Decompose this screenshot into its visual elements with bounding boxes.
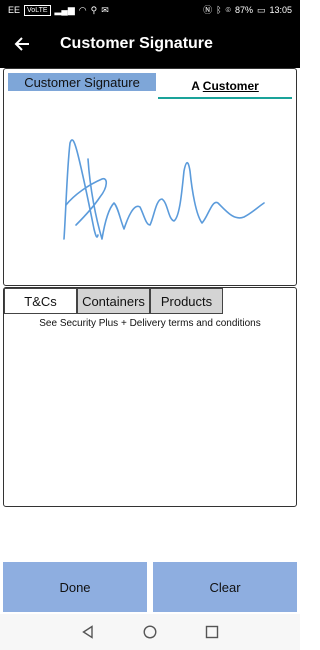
battery-percent: 87% [234, 5, 253, 15]
page-title: Customer Signature [60, 35, 213, 52]
location-icon: ⌾ [225, 4, 231, 15]
customer-name: A Customer [158, 79, 292, 93]
tab-products[interactable]: Products [150, 288, 223, 314]
mail-icon: ✉ [101, 4, 109, 15]
battery-icon: ▭ [256, 4, 266, 15]
status-bar: EE VoLTE ▂▄▆ ◠ ⚲ ✉ Ⓝ ᛒ ⌾ 87% ▭ 13:05 [0, 0, 300, 20]
done-button[interactable]: Done [3, 562, 147, 612]
nav-home-button[interactable] [142, 624, 158, 640]
nav-recents-button[interactable] [204, 624, 220, 640]
terms-text: See Security Plus + Delivery terms and c… [39, 318, 261, 329]
circle-home-icon [143, 625, 157, 639]
system-nav-bar [0, 614, 300, 650]
tab-bar: T&Cs Containers Products [4, 288, 223, 314]
status-left: EE VoLTE ▂▄▆ ◠ ⚲ ✉ [8, 4, 109, 16]
tab-containers[interactable]: Containers [77, 288, 150, 314]
signature-canvas[interactable] [4, 99, 296, 285]
carrier-label: EE [8, 5, 21, 15]
square-recents-icon [205, 625, 219, 639]
clear-button[interactable]: Clear [153, 562, 297, 612]
customer-prefix: A [191, 79, 200, 93]
signature-label: Customer Signature [8, 73, 156, 91]
signature-panel: Customer Signature A Customer [3, 68, 297, 286]
back-button[interactable] [0, 20, 44, 68]
app-toolbar: Customer Signature [0, 20, 300, 68]
status-right: Ⓝ ᛒ ⌾ 87% ▭ 13:05 [203, 5, 292, 15]
signal-icon: ▂▄▆ [54, 4, 75, 15]
terms-panel: T&Cs Containers Products See Security Pl… [3, 287, 297, 507]
triangle-back-icon [82, 625, 93, 639]
bluetooth-icon: ᛒ [216, 4, 222, 15]
wifi-icon: ◠ [78, 4, 87, 15]
signature-strokes [63, 139, 265, 240]
volte-badge: VoLTE [24, 4, 51, 16]
tab-tcs[interactable]: T&Cs [4, 288, 77, 314]
usb-icon: ⚲ [90, 4, 98, 15]
clock: 13:05 [269, 5, 292, 15]
nav-back-button[interactable] [80, 624, 96, 640]
nfc-icon: Ⓝ [203, 4, 213, 15]
arrow-back-icon [14, 37, 29, 51]
customer-name-value: Customer [202, 79, 259, 93]
